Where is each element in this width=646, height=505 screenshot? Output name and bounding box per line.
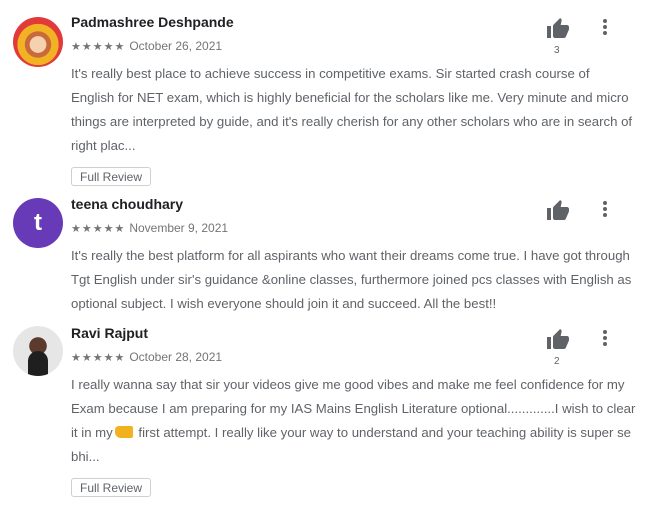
- more-options-icon[interactable]: [599, 328, 611, 352]
- helpful-count: 2: [554, 356, 560, 367]
- review-text-part: first attempt. I really like your way to…: [71, 425, 632, 464]
- more-options-icon[interactable]: [599, 17, 611, 41]
- reviewer-name: Padmashree Deshpande: [71, 14, 234, 30]
- review-text: It's really best place to achieve succes…: [71, 66, 633, 153]
- pointing-hand-icon: [114, 426, 133, 438]
- rating-stars: ★★★★★: [71, 222, 126, 235]
- thumbs-up-icon[interactable]: [546, 328, 570, 352]
- review-meta: ★★★★★ October 28, 2021: [71, 350, 222, 364]
- review-text: It's really the best platform for all as…: [71, 248, 632, 311]
- rating-stars: ★★★★★: [71, 40, 126, 53]
- user-avatar: [13, 17, 63, 67]
- user-avatar: t: [13, 198, 63, 248]
- review-text: I really wanna say that sir your videos …: [71, 373, 636, 469]
- thumbs-up-icon[interactable]: [546, 17, 570, 41]
- thumbs-up-icon[interactable]: [546, 199, 570, 223]
- review-date: October 26, 2021: [129, 39, 223, 53]
- review-meta: ★★★★★ November 9, 2021: [71, 221, 228, 235]
- more-options-icon[interactable]: [599, 199, 611, 223]
- reviewer-name: Ravi Rajput: [71, 325, 149, 341]
- reviewer-name: teena choudhary: [71, 196, 184, 212]
- full-review-button[interactable]: Full Review: [71, 167, 152, 186]
- helpful-count: 3: [554, 45, 560, 56]
- review-date: October 28, 2021: [129, 350, 223, 364]
- user-avatar: [13, 326, 63, 376]
- full-review-button[interactable]: Full Review: [71, 478, 152, 497]
- review-date: November 9, 2021: [129, 221, 229, 235]
- rating-stars: ★★★★★: [71, 351, 126, 364]
- review-meta: ★★★★★ October 26, 2021: [71, 39, 222, 53]
